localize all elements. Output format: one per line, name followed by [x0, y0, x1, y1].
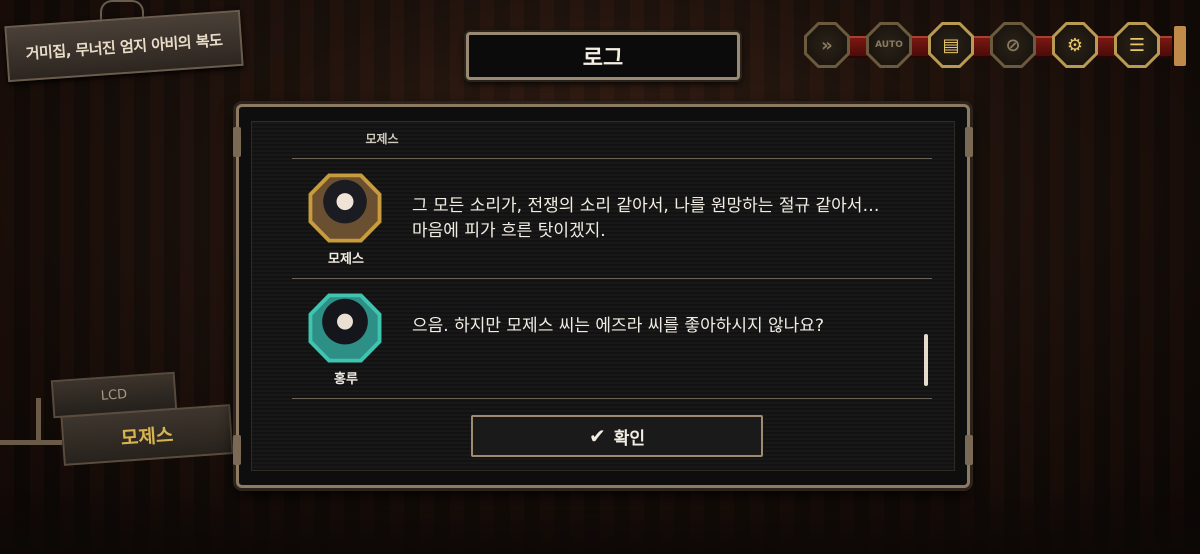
- log-scroll-area[interactable]: 모제스 모제스 그 모든 소리가, 전쟁의 소리 같아서, 나를 원망하는 절규…: [251, 121, 955, 471]
- fast-forward-button[interactable]: »: [804, 22, 850, 68]
- top-controls: » AUTO ▤ ⊘ ⚙ ☰: [804, 22, 1186, 70]
- log-book-icon: ▤: [931, 25, 971, 65]
- auto-icon: AUTO: [869, 25, 909, 65]
- log-entry: 모제스: [292, 122, 932, 159]
- log-entry-text: 그 모든 소리가, 전쟁의 소리 같아서, 나를 원망하는 절규 같아서… 마음…: [412, 196, 880, 241]
- log-entry-speaker: 홍루: [334, 372, 358, 387]
- pipe-decoration: [36, 398, 41, 444]
- log-entry: 홍루 으음. 하지만 모제스 씨는 에즈라 씨를 좋아하시지 않나요?: [292, 278, 932, 399]
- portrait-image: [312, 297, 378, 359]
- menu-icon: ☰: [1117, 25, 1157, 65]
- speaker-portrait: [308, 293, 382, 363]
- settings-button[interactable]: ⚙: [1052, 22, 1098, 68]
- auto-button[interactable]: AUTO: [866, 22, 912, 68]
- dialog-corner: [233, 127, 241, 157]
- log-button[interactable]: ▤: [928, 22, 974, 68]
- dialog-corner: [965, 435, 973, 465]
- speaker-portrait: [308, 173, 382, 243]
- log-entry: 모제스 그 모든 소리가, 전쟁의 소리 같아서, 나를 원망하는 절규 같아서…: [292, 158, 932, 279]
- dialog-corner: [965, 127, 973, 157]
- confirm-button[interactable]: ✔ 확인: [471, 415, 763, 457]
- dialog-corner: [233, 435, 241, 465]
- pipe-decoration: [0, 440, 62, 445]
- portrait-image: [312, 177, 378, 239]
- hide-ui-icon: ⊘: [993, 25, 1033, 65]
- hide-ui-button[interactable]: ⊘: [990, 22, 1036, 68]
- menu-button[interactable]: ☰: [1114, 22, 1160, 68]
- log-entry-text: 으음. 하지만 모제스 씨는 에즈라 씨를 좋아하시지 않나요?: [412, 316, 824, 336]
- controls-rail-end: [1174, 26, 1186, 66]
- confirm-label: 확인: [613, 428, 646, 449]
- log-dialog: 모제스 모제스 그 모든 소리가, 전쟁의 소리 같아서, 나를 원망하는 절규…: [233, 104, 973, 488]
- background-floor: [0, 484, 1200, 554]
- settings-gear-icon: ⚙: [1055, 25, 1095, 65]
- fast-forward-icon: »: [807, 25, 847, 65]
- log-scrollbar[interactable]: [924, 334, 928, 386]
- log-entry-speaker: 모제스: [365, 132, 399, 146]
- check-icon: ✔: [588, 424, 606, 448]
- log-title: 로그: [466, 32, 740, 80]
- log-entry-speaker: 모제스: [328, 252, 364, 267]
